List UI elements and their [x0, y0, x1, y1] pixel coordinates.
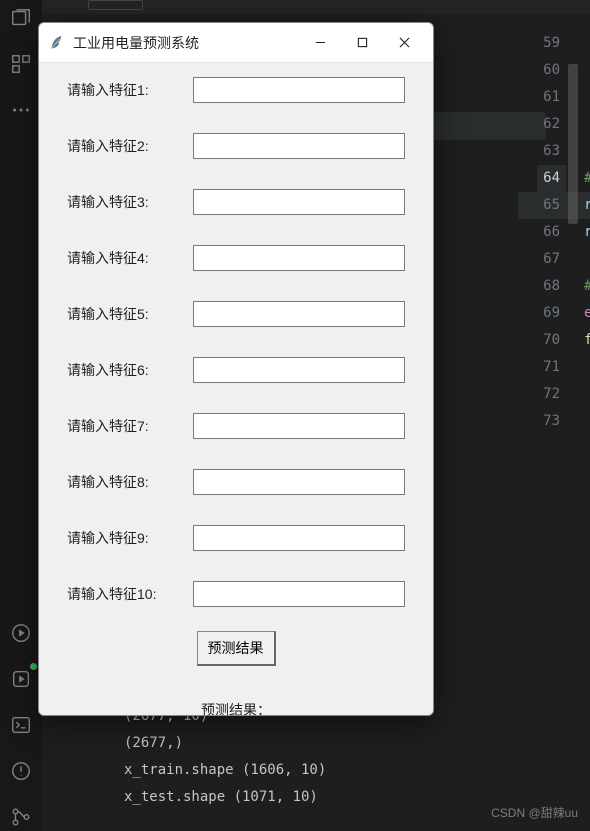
- feature-input-9[interactable]: [193, 525, 405, 551]
- feature-input-4[interactable]: [193, 245, 405, 271]
- field-label: 请输入特征10:: [67, 584, 175, 604]
- predict-button[interactable]: 预测结果: [197, 631, 276, 666]
- line-number: 68: [537, 273, 560, 300]
- field-row: 请输入特征3:: [67, 189, 405, 215]
- terminal-icon[interactable]: [7, 711, 35, 739]
- field-row: 请输入特征2:: [67, 133, 405, 159]
- warning-circle-icon[interactable]: [7, 757, 35, 785]
- field-row: 请输入特征8:: [67, 469, 405, 495]
- line-number: 59: [537, 30, 560, 57]
- watermark: CSDN @甜辣uu: [491, 804, 578, 821]
- field-row: 请输入特征1:: [67, 77, 405, 103]
- source-control-icon[interactable]: [7, 803, 35, 831]
- explorer-icon[interactable]: [7, 4, 35, 32]
- feature-input-10[interactable]: [193, 581, 405, 607]
- field-row: 请输入特征9:: [67, 525, 405, 551]
- feature-input-8[interactable]: [193, 469, 405, 495]
- feather-icon: [49, 35, 65, 51]
- window-title: 工业用电量预测系统: [73, 33, 199, 53]
- code-sliver: #rr#ef: [584, 30, 590, 435]
- line-number: 64: [537, 165, 566, 192]
- line-number: 67: [537, 246, 560, 273]
- feature-input-5[interactable]: [193, 301, 405, 327]
- tk-dialog: 工业用电量预测系统 请输入特征1:请输入特征2:请输入特征3:请输入特征4:请输…: [38, 22, 434, 716]
- maximize-button[interactable]: [341, 23, 383, 63]
- line-number: 69: [537, 300, 560, 327]
- line-number: 73: [537, 408, 560, 435]
- tk-body: 请输入特征1: 请输入特征2: 请输入特征3: 请输入特征4: 请输入特征5: 请输入特征…: [39, 63, 433, 715]
- field-label: 请输入特征3:: [67, 192, 175, 212]
- close-button[interactable]: [383, 23, 425, 63]
- line-number: 66: [537, 219, 560, 246]
- field-label: 请输入特征5:: [67, 304, 175, 324]
- play-circle-icon[interactable]: [7, 619, 35, 647]
- line-number: 72: [537, 381, 560, 408]
- line-number: 60: [537, 57, 560, 84]
- field-label: 请输入特征4:: [67, 248, 175, 268]
- field-row: 请输入特征10:: [67, 581, 405, 607]
- field-row: 请输入特征7:: [67, 413, 405, 439]
- field-label: 请输入特征7:: [67, 416, 175, 436]
- line-number: 70: [537, 327, 560, 354]
- result-label: 预测结果：: [201, 700, 271, 715]
- run-icon[interactable]: [7, 665, 35, 693]
- feature-input-3[interactable]: [193, 189, 405, 215]
- ellipsis-icon[interactable]: [7, 96, 35, 124]
- terminal-line: (2677,): [124, 730, 590, 757]
- feature-input-7[interactable]: [193, 413, 405, 439]
- line-number: 71: [537, 354, 560, 381]
- titlebar[interactable]: 工业用电量预测系统: [39, 23, 433, 63]
- editor-scrollbar[interactable]: [564, 30, 578, 450]
- field-row: 请输入特征4:: [67, 245, 405, 271]
- line-number-gutter: 596061626364656667686970717273: [537, 30, 560, 435]
- line-number: 62: [537, 111, 560, 138]
- field-row: 请输入特征6:: [67, 357, 405, 383]
- line-number: 65: [537, 192, 560, 219]
- terminal-line: x_train.shape (1606, 10): [124, 757, 590, 784]
- field-row: 请输入特征5:: [67, 301, 405, 327]
- minimize-button[interactable]: [299, 23, 341, 63]
- line-number: 61: [537, 84, 560, 111]
- activity-bar: [0, 0, 42, 831]
- field-label: 请输入特征2:: [67, 136, 175, 156]
- field-label: 请输入特征9:: [67, 528, 175, 548]
- feature-input-6[interactable]: [193, 357, 405, 383]
- line-number: 63: [537, 138, 560, 165]
- blocks-icon[interactable]: [7, 50, 35, 78]
- feature-input-2[interactable]: [193, 133, 405, 159]
- field-label: 请输入特征1:: [67, 80, 175, 100]
- field-label: 请输入特征8:: [67, 472, 175, 492]
- field-label: 请输入特征6:: [67, 360, 175, 380]
- feature-input-1[interactable]: [193, 77, 405, 103]
